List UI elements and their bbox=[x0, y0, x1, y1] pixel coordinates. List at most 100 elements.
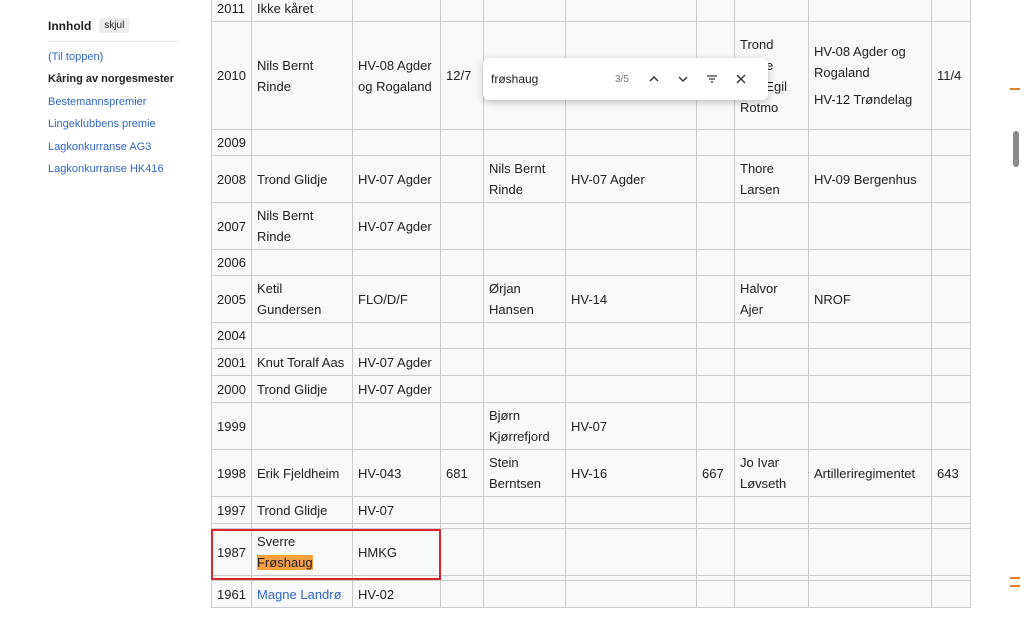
year-cell: 2006 bbox=[211, 249, 252, 276]
unit-cell: HV-07 Agder bbox=[565, 155, 697, 203]
winner-cell: Stein Berntsen bbox=[483, 449, 566, 497]
winner-cell: Ikke kåret bbox=[251, 0, 353, 22]
toc-header: Innhold skjul bbox=[48, 18, 180, 42]
toc-item-lagkonkurranse-hk416[interactable]: Lagkonkurranse HK416 bbox=[48, 162, 180, 184]
table-row: 2000 Trond Glidje HV-07 Agder bbox=[211, 375, 971, 403]
score-cell: 12/7 bbox=[440, 21, 484, 130]
winner-cell: Ørjan Hansen bbox=[483, 275, 566, 323]
toc-item-lingeklubbens-premie[interactable]: Lingeklubbens premie bbox=[48, 117, 180, 139]
winner-cell: Ketil Gundersen bbox=[251, 275, 353, 323]
toc-item-lagkonkurranse-ag3[interactable]: Lagkonkurranse AG3 bbox=[48, 140, 180, 162]
unit-cell: HMKG bbox=[352, 528, 441, 576]
unit-cell: HV-08 Agder og Rogaland bbox=[352, 21, 441, 130]
winner-link[interactable]: Magne Landrø bbox=[251, 580, 353, 608]
unit-cell: HV-043 bbox=[352, 449, 441, 497]
unit-line: HV-08 Agder og Rogaland bbox=[814, 44, 906, 80]
score-cell: 643 bbox=[931, 449, 971, 497]
year-cell: 2000 bbox=[211, 375, 252, 403]
scroll-match-marker bbox=[1010, 577, 1020, 579]
winner-cell: Nils Bernt Rinde bbox=[251, 202, 353, 250]
table-row: 1997 Trond Glidje HV-07 bbox=[211, 496, 971, 524]
year-cell: 1999 bbox=[211, 402, 252, 450]
year-cell: 2001 bbox=[211, 348, 252, 376]
unit-cell: HV-16 bbox=[565, 449, 697, 497]
table-row: 1998 Erik Fjeldheim HV-043 681 Stein Ber… bbox=[211, 449, 971, 497]
winner-cell: Jo Ivar Løvseth bbox=[734, 449, 809, 497]
close-icon bbox=[736, 74, 745, 84]
unit-cell: HV-07 Agder bbox=[352, 202, 441, 250]
chevron-up-icon bbox=[649, 76, 658, 82]
find-match-count: 3/5 bbox=[615, 73, 629, 85]
winner-cell: Halvor Ajer bbox=[734, 275, 809, 323]
winner-cell: Bjørn Kjørrefjord bbox=[483, 402, 566, 450]
unit-cell: HV-07 Agder bbox=[352, 155, 441, 203]
unit-cell: HV-07 Agder bbox=[352, 375, 441, 403]
table-row: 2006 bbox=[211, 249, 971, 276]
find-next-button[interactable] bbox=[668, 58, 697, 100]
table-row: 2009 bbox=[211, 129, 971, 156]
search-match-highlight: Frøshaug bbox=[257, 555, 313, 570]
year-cell: 2004 bbox=[211, 322, 252, 349]
find-options-button[interactable] bbox=[697, 58, 726, 100]
toc-hide-button[interactable]: skjul bbox=[99, 18, 130, 33]
unit-cell: NROF bbox=[808, 275, 932, 323]
unit-cell: HV-08 Agder og Rogaland HV-12 Trøndelag bbox=[808, 21, 932, 130]
winner-first-name: Sverre bbox=[257, 534, 296, 549]
page-scrollbar[interactable] bbox=[1010, 0, 1024, 640]
scroll-match-marker bbox=[1010, 585, 1020, 587]
table-row: 1961 Magne Landrø HV-02 bbox=[211, 580, 971, 608]
toc-item-top[interactable]: (Til toppen) bbox=[48, 50, 180, 72]
table-row: 1999 Bjørn Kjørrefjord HV-07 bbox=[211, 402, 971, 450]
unit-cell: FLO/D/F bbox=[352, 275, 441, 323]
find-previous-button[interactable] bbox=[639, 58, 668, 100]
score-cell: 11/4 bbox=[931, 21, 971, 130]
table-of-contents: Innhold skjul (Til toppen) Kåring av nor… bbox=[48, 18, 180, 184]
winner-cell: Trond Glidje bbox=[251, 496, 353, 524]
winner-cell: Trond Glidje bbox=[251, 375, 353, 403]
find-close-button[interactable] bbox=[726, 58, 755, 100]
year-cell: 1987 bbox=[211, 528, 252, 576]
year-cell: 1997 bbox=[211, 496, 252, 524]
unit-line: HV-12 Trøndelag bbox=[814, 92, 913, 107]
score-cell: 667 bbox=[696, 449, 735, 497]
unit-cell: HV-07 bbox=[565, 402, 697, 450]
year-cell: 2005 bbox=[211, 275, 252, 323]
table-row: 2007 Nils Bernt Rinde HV-07 Agder bbox=[211, 202, 971, 250]
unit-cell: Artilleriregimentet bbox=[808, 449, 932, 497]
year-cell: 1998 bbox=[211, 449, 252, 497]
year-cell: 2009 bbox=[211, 129, 252, 156]
find-input[interactable] bbox=[491, 72, 609, 86]
table-row: 2008 Trond Glidje HV-07 Agder Nils Bernt… bbox=[211, 155, 971, 203]
table-row: 2001 Knut Toralf Aas HV-07 Agder bbox=[211, 348, 971, 376]
filter-icon bbox=[706, 75, 717, 83]
table-row: 2005 Ketil Gundersen FLO/D/F Ørjan Hanse… bbox=[211, 275, 971, 323]
toc-item-bestemannspremier[interactable]: Bestemannspremier bbox=[48, 95, 180, 117]
toc-item-kaaring[interactable]: Kåring av norgesmester bbox=[48, 72, 180, 94]
year-cell: 1961 bbox=[211, 580, 252, 608]
unit-cell: HV-07 bbox=[352, 496, 441, 524]
winner-cell: Nils Bernt Rinde bbox=[251, 21, 353, 130]
chevron-down-icon bbox=[678, 76, 687, 82]
winner-cell: Thore Larsen bbox=[734, 155, 809, 203]
year-cell: 2008 bbox=[211, 155, 252, 203]
unit-cell: HV-09 Bergenhus bbox=[808, 155, 932, 203]
winner-cell: Trond Glidje bbox=[251, 155, 353, 203]
winner-cell: Knut Toralf Aas bbox=[251, 348, 353, 376]
unit-cell: HV-14 bbox=[565, 275, 697, 323]
find-bar: 3/5 bbox=[483, 58, 768, 100]
winner-cell: Nils Bernt Rinde bbox=[483, 155, 566, 203]
winner-cell: Sverre Frøshaug bbox=[251, 528, 353, 576]
unit-cell: HV-07 Agder bbox=[352, 348, 441, 376]
scrollbar-thumb[interactable] bbox=[1013, 131, 1019, 167]
toc-title: Innhold bbox=[48, 18, 92, 33]
scroll-match-marker bbox=[1010, 88, 1020, 90]
table-row-match: 1987 Sverre Frøshaug HMKG bbox=[211, 528, 971, 576]
year-cell: 2010 bbox=[211, 21, 252, 130]
table-row: 2011 Ikke kåret bbox=[211, 0, 971, 22]
year-cell: 2007 bbox=[211, 202, 252, 250]
year-cell: 2011 bbox=[211, 0, 252, 22]
unit-cell: HV-02 bbox=[352, 580, 441, 608]
score-cell: 681 bbox=[440, 449, 484, 497]
table-row: 2004 bbox=[211, 322, 971, 349]
winner-cell: Erik Fjeldheim bbox=[251, 449, 353, 497]
